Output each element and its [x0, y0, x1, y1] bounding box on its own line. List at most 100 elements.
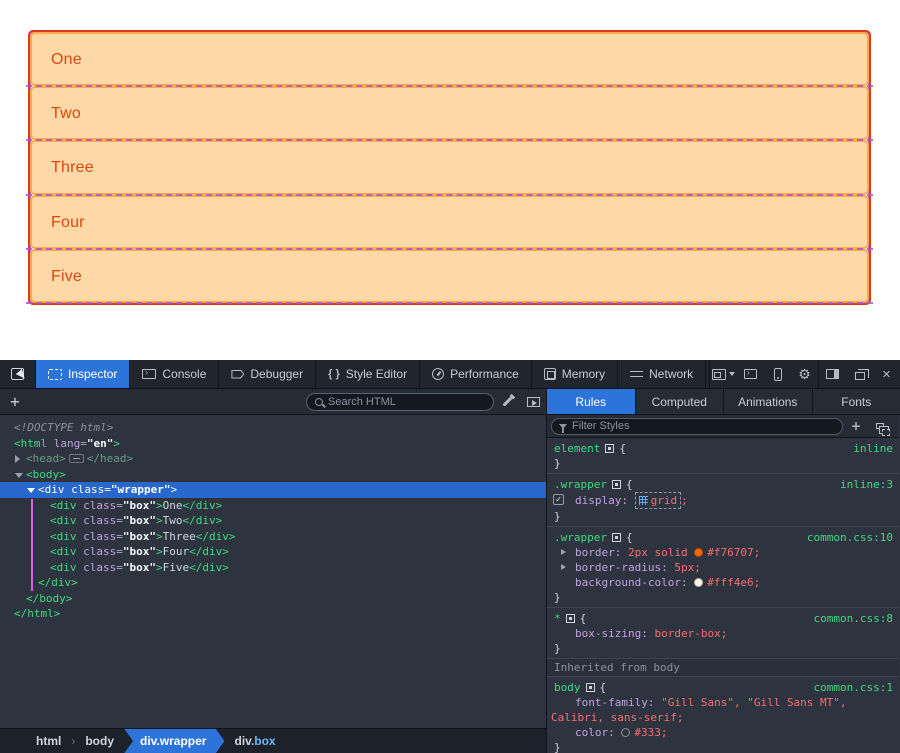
breadcrumb-item-body[interactable]: body — [75, 729, 124, 753]
twisty-open-icon[interactable] — [27, 488, 35, 493]
selected-children-guide — [31, 499, 33, 591]
rule-source-link[interactable]: inline:3 — [840, 477, 899, 492]
twisty-open-icon[interactable] — [15, 473, 23, 478]
memory-icon — [544, 368, 556, 380]
add-rule-button[interactable]: + — [843, 417, 869, 435]
highlight-element-icon[interactable] — [605, 444, 614, 453]
class-panel-toggle-button[interactable] — [869, 423, 895, 429]
css-rule: common.css:10.wrapper{border: 2px solid … — [547, 527, 899, 608]
rule-source-link[interactable]: common.css:10 — [807, 530, 899, 545]
css-rule: inline:3.wrapper{✓display: grid;} — [547, 474, 899, 527]
sidebar-tab-computed[interactable]: Computed — [636, 389, 725, 414]
tab-style-editor[interactable]: { }Style Editor — [316, 360, 420, 388]
rules-list: inlineelement{} inline:3.wrapper{✓display… — [547, 438, 899, 753]
markup-row[interactable]: </div> — [0, 575, 546, 591]
highlight-element-icon[interactable] — [566, 614, 575, 623]
breadcrumb-item-html[interactable]: html — [26, 729, 71, 753]
dock-side-button[interactable] — [819, 360, 846, 388]
markup-row[interactable]: </html> — [0, 606, 546, 622]
element-picker-icon — [11, 368, 24, 380]
search-icon — [315, 398, 323, 406]
css-declaration[interactable]: border-radius: 5px; — [547, 560, 899, 575]
sidebar-tab-animations[interactable]: Animations — [724, 389, 813, 414]
color-swatch[interactable] — [694, 578, 703, 587]
add-node-button[interactable]: + — [0, 390, 30, 414]
color-swatch[interactable] — [621, 728, 630, 737]
sidebar-tabs: RulesComputedAnimationsFonts — [547, 389, 900, 414]
breadcrumb-item-div-wrapper[interactable]: div.wrapper — [124, 729, 224, 753]
markup-row[interactable]: <head></head> — [0, 451, 546, 467]
grid-box-five: Five — [30, 249, 869, 303]
markup-row[interactable]: <!DOCTYPE html> — [0, 420, 546, 436]
tab-debugger[interactable]: Debugger — [219, 360, 316, 388]
filter-styles-row: + — [547, 415, 899, 438]
css-declaration[interactable]: font-family: "Gill Sans", "Gill Sans MT"… — [547, 695, 899, 725]
markup-row[interactable]: <body> — [0, 467, 546, 483]
grid-highlighter-toggle[interactable]: grid — [635, 492, 682, 509]
rule-selector-row[interactable]: common.css:8*{ — [547, 611, 899, 626]
markup-row[interactable]: <div class="box">One</div> — [0, 498, 546, 514]
sidebar-tab-rules[interactable]: Rules — [547, 389, 636, 414]
search-html-box — [306, 393, 494, 411]
tab-performance[interactable]: Performance — [420, 360, 532, 388]
tab-network[interactable]: Network — [618, 360, 706, 388]
css-declaration[interactable]: box-sizing: border-box; — [547, 626, 899, 641]
markup-panel: <!DOCTYPE html><html lang="en"><head></h… — [0, 415, 547, 753]
markup-row[interactable]: </body> — [0, 591, 546, 607]
filter-styles-input[interactable] — [572, 420, 835, 432]
iframe-picker-icon — [712, 369, 726, 380]
expand-arrow-icon[interactable] — [561, 564, 566, 570]
twisty-closed-icon[interactable] — [15, 455, 20, 463]
settings-gear-button[interactable]: ⚙ — [791, 360, 818, 388]
color-swatch[interactable] — [694, 548, 703, 557]
markup-row[interactable]: <div class="box">Three</div> — [0, 529, 546, 545]
markup-row[interactable]: <div class="box">Four</div> — [0, 544, 546, 560]
tab-console[interactable]: Console — [130, 360, 219, 388]
css-declaration[interactable]: background-color: #fff4e6; — [547, 575, 899, 590]
markup-row[interactable]: <div class="box">Five</div> — [0, 560, 546, 576]
css-declaration[interactable]: ✓display: grid; — [547, 492, 899, 509]
performance-icon — [432, 368, 444, 380]
expand-arrow-icon[interactable] — [561, 549, 566, 555]
class-panel-icon — [876, 423, 884, 429]
rule-selector-row[interactable]: inlineelement{ — [547, 441, 899, 456]
css-declaration[interactable]: color: #333; — [547, 725, 899, 740]
highlight-element-icon[interactable] — [586, 683, 595, 692]
markup-row[interactable]: <div class="wrapper"> — [0, 482, 546, 498]
rule-selector-row[interactable]: inline:3.wrapper{ — [547, 477, 899, 492]
breadcrumb-item-div-box[interactable]: div.box — [224, 729, 285, 753]
sidebar-tab-fonts[interactable]: Fonts — [813, 389, 900, 414]
tab-inspector[interactable]: Inspector — [36, 360, 130, 388]
devtools-main: <!DOCTYPE html><html lang="en"><head></h… — [0, 415, 900, 753]
rule-selector-row[interactable]: common.css:1body{ — [547, 680, 899, 695]
markup-row[interactable]: <html lang="en"> — [0, 436, 546, 452]
tab-memory[interactable]: Memory — [532, 360, 618, 388]
eyedropper-button[interactable] — [494, 396, 520, 407]
highlight-element-icon[interactable] — [612, 480, 621, 489]
responsive-mode-button[interactable] — [764, 360, 791, 388]
element-picker-button[interactable] — [0, 360, 36, 388]
rule-source-link[interactable]: common.css:8 — [814, 611, 899, 626]
rule-selector-row[interactable]: common.css:10.wrapper{ — [547, 530, 899, 545]
rule-source-link[interactable]: inline — [853, 441, 899, 456]
settings-gear-icon: ⚙ — [798, 367, 811, 381]
close-button[interactable]: × — [873, 360, 900, 388]
css-declaration[interactable]: border: 2px solid #f76707; — [547, 545, 899, 560]
css-rule: inlineelement{} — [547, 438, 899, 474]
three-pane-toggle-button[interactable] — [520, 397, 546, 407]
grid-box-three: Three — [30, 140, 869, 194]
rule-source-link[interactable]: common.css:1 — [814, 680, 899, 695]
collapsed-content-badge[interactable] — [69, 454, 84, 463]
network-icon — [630, 370, 643, 379]
split-console-button[interactable] — [737, 360, 764, 388]
declaration-checkbox[interactable]: ✓ — [553, 494, 564, 505]
search-html-input[interactable] — [328, 396, 485, 408]
separate-window-button[interactable] — [846, 360, 873, 388]
highlight-element-icon[interactable] — [612, 533, 621, 542]
rules-panel: + inlineelement{} inline:3.wrapper{✓displ… — [547, 415, 899, 753]
iframe-picker-button[interactable] — [710, 360, 737, 388]
inspector-toolbar: + RulesComputedAnimationsFonts — [0, 389, 900, 415]
inspector-icon — [48, 369, 62, 380]
markup-row[interactable]: <div class="box">Two</div> — [0, 513, 546, 529]
devtools-panel: InspectorConsoleDebugger{ }Style EditorP… — [0, 360, 900, 753]
